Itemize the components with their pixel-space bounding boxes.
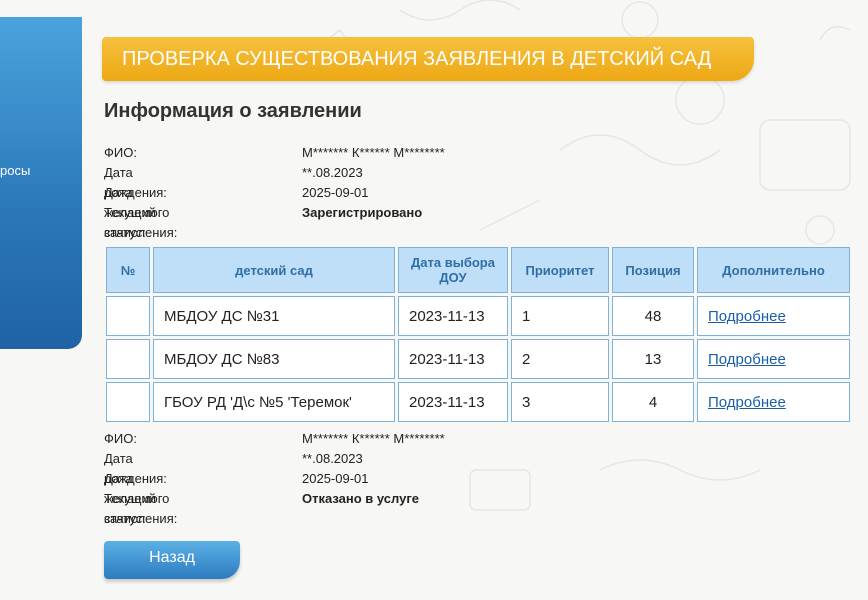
details-link[interactable]: Подробнее xyxy=(708,394,786,411)
row-date: 2023-11-13 xyxy=(398,339,508,379)
status-value: Отказано в услуге xyxy=(302,491,419,506)
table-row: МБДОУ ДС №31 2023-11-13 1 48 Подробнее xyxy=(106,296,850,336)
col-priority: Приоритет xyxy=(511,247,609,293)
row-date: 2023-11-13 xyxy=(398,382,508,422)
row-position: 13 xyxy=(612,339,694,379)
page-banner: ПРОВЕРКА СУЩЕСТВОВАНИЯ ЗАЯВЛЕНИЯ В ДЕТСК… xyxy=(102,37,754,81)
status-value: Зарегистрировано xyxy=(302,205,423,220)
page-title: ПРОВЕРКА СУЩЕСТВОВАНИЯ ЗАЯВЛЕНИЯ В ДЕТСК… xyxy=(122,48,712,70)
row-number xyxy=(106,339,150,379)
col-date: Дата выбора ДОУ xyxy=(398,247,508,293)
details-link[interactable]: Подробнее xyxy=(708,351,786,368)
fio-label: ФИО: xyxy=(104,145,137,160)
row-kindergarten: ГБОУ РД 'Д\с №5 'Теремок' xyxy=(153,382,395,422)
kindergarten-table: № детский сад Дата выбора ДОУ Приоритет … xyxy=(103,244,853,425)
fio-value: М******* К****** М******** xyxy=(302,145,445,160)
row-priority: 1 xyxy=(511,296,609,336)
sidebar-panel: росы xyxy=(0,17,82,349)
fio-value: М******* К****** М******** xyxy=(302,431,445,446)
row-priority: 3 xyxy=(511,382,609,422)
enroll-value: 2025-09-01 xyxy=(302,471,369,486)
back-button[interactable]: Назад xyxy=(104,541,240,579)
row-date: 2023-11-13 xyxy=(398,296,508,336)
col-position: Позиция xyxy=(612,247,694,293)
table-row: МБДОУ ДС №83 2023-11-13 2 13 Подробнее xyxy=(106,339,850,379)
status-label: Текущий статус: xyxy=(104,205,156,240)
table-row: ГБОУ РД 'Д\с №5 'Теремок' 2023-11-13 3 4… xyxy=(106,382,850,422)
col-more: Дополнительно xyxy=(697,247,850,293)
birth-value: **.08.2023 xyxy=(302,451,363,466)
row-priority: 2 xyxy=(511,339,609,379)
row-number xyxy=(106,382,150,422)
col-number: № xyxy=(106,247,150,293)
status-label: Текущий статус: xyxy=(104,491,156,526)
row-kindergarten: МБДОУ ДС №31 xyxy=(153,296,395,336)
col-kindergarten: детский сад xyxy=(153,247,395,293)
row-position: 48 xyxy=(612,296,694,336)
enroll-value: 2025-09-01 xyxy=(302,185,369,200)
row-kindergarten: МБДОУ ДС №83 xyxy=(153,339,395,379)
details-link[interactable]: Подробнее xyxy=(708,308,786,325)
section-title: Информация о заявлении xyxy=(104,100,362,122)
fio-label: ФИО: xyxy=(104,431,137,446)
row-number xyxy=(106,296,150,336)
table-header-row: № детский сад Дата выбора ДОУ Приоритет … xyxy=(106,247,850,293)
row-position: 4 xyxy=(612,382,694,422)
birth-value: **.08.2023 xyxy=(302,165,363,180)
sidebar-item-label[interactable]: росы xyxy=(0,163,30,178)
